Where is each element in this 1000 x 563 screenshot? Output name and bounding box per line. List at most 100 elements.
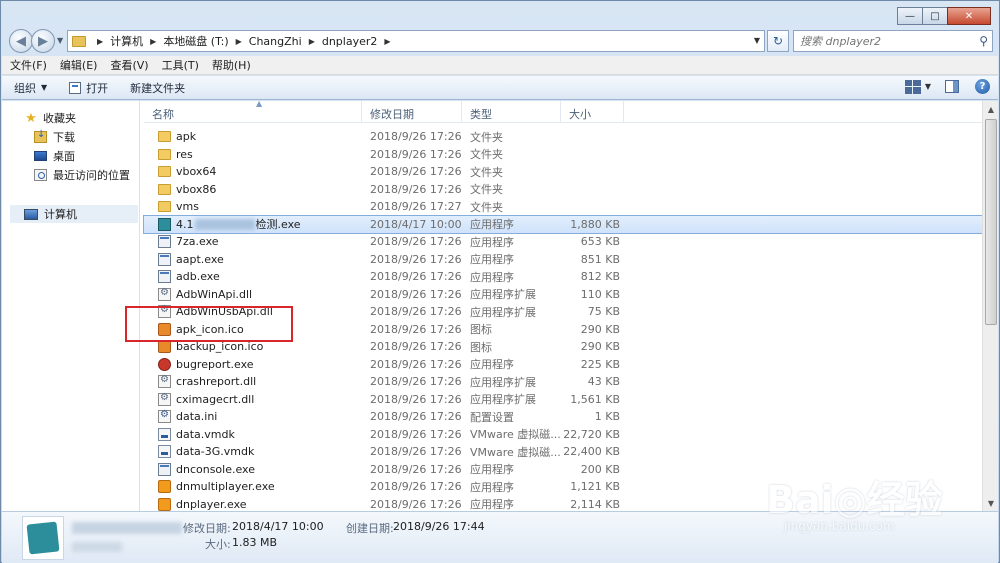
breadcrumb-dnplayer2[interactable]: dnplayer2 bbox=[322, 35, 378, 48]
address-bar[interactable]: ▶ 计算机 ▶ 本地磁盘 (T:) ▶ ChangZhi ▶ dnplayer2… bbox=[67, 30, 765, 52]
chevron-right-icon[interactable]: ▶ bbox=[150, 37, 156, 46]
sidebar-item-desktop[interactable]: 桌面 bbox=[34, 148, 75, 164]
organize-button[interactable]: 组织 ▼ bbox=[14, 80, 47, 96]
watermark-main: Bai◎经验 bbox=[766, 478, 943, 522]
created-label: 创建日期: bbox=[346, 522, 394, 535]
view-dropdown-icon[interactable]: ▼ bbox=[925, 82, 931, 91]
open-button[interactable]: 打开 bbox=[69, 80, 108, 96]
dll-file-icon bbox=[158, 287, 171, 301]
search-icon[interactable]: ⚲ bbox=[979, 34, 988, 48]
column-type[interactable]: 类型 bbox=[462, 101, 561, 123]
table-row[interactable]: vbox86 2018/9/26 17:26 文件夹 bbox=[144, 181, 982, 199]
chevron-right-icon[interactable]: ▶ bbox=[236, 37, 242, 46]
file-size: 1,121 KB bbox=[570, 480, 620, 494]
table-row[interactable]: data.vmdk 2018/9/26 17:26 VMware 虚拟磁... 22,… bbox=[144, 426, 982, 444]
file-name: data-3G.vmdk bbox=[176, 445, 255, 459]
file-size: 851 KB bbox=[580, 252, 620, 266]
file-date: 2018/9/26 17:26 bbox=[370, 445, 462, 459]
table-row[interactable]: vbox64 2018/9/26 17:26 文件夹 bbox=[144, 163, 982, 181]
scrollbar-thumb[interactable] bbox=[985, 119, 997, 325]
table-row[interactable]: AdbWinApi.dll 2018/9/26 17:26 应用程序扩展 110 KB bbox=[144, 286, 982, 304]
forward-button[interactable]: ▶ bbox=[31, 29, 55, 53]
redacted-text bbox=[194, 218, 255, 230]
table-row[interactable]: 7za.exe 2018/9/26 17:26 应用程序 653 KB bbox=[144, 233, 982, 251]
scroll-up-icon[interactable]: ▲ bbox=[983, 101, 999, 117]
file-date: 2018/9/26 17:26 bbox=[370, 375, 462, 389]
desktop-icon bbox=[34, 151, 47, 161]
column-size[interactable]: 大小 bbox=[561, 101, 624, 123]
new-folder-button[interactable]: 新建文件夹 bbox=[130, 80, 185, 96]
file-type: 图标 bbox=[470, 340, 492, 354]
breadcrumb-drive[interactable]: 本地磁盘 (T:) bbox=[163, 33, 228, 49]
chevron-right-icon[interactable]: ▶ bbox=[384, 37, 390, 46]
search-box[interactable]: ⚲ bbox=[793, 30, 993, 52]
refresh-button[interactable]: ↻ bbox=[767, 30, 789, 52]
breadcrumb-computer[interactable]: 计算机 bbox=[110, 33, 143, 49]
file-name: vms bbox=[176, 200, 199, 214]
file-type: 应用程序扩展 bbox=[470, 393, 536, 407]
exe-file-icon bbox=[158, 252, 171, 266]
menu-tools[interactable]: 工具(T) bbox=[162, 57, 199, 73]
table-row[interactable]: bugreport.exe 2018/9/26 17:26 应用程序 225 KB bbox=[144, 356, 982, 374]
table-row[interactable]: crashreport.dll 2018/9/26 17:26 应用程序扩展 43 K… bbox=[144, 373, 982, 391]
column-type-label: 类型 bbox=[470, 108, 492, 121]
preview-pane-icon[interactable] bbox=[945, 80, 959, 93]
table-row[interactable]: data.ini 2018/9/26 17:26 配置设置 1 KB bbox=[144, 408, 982, 426]
back-button[interactable]: ◀ bbox=[9, 29, 33, 53]
open-icon bbox=[69, 81, 82, 94]
maximize-button[interactable]: □ bbox=[922, 7, 948, 25]
close-button[interactable]: ✕ bbox=[947, 7, 991, 25]
change-view-icon[interactable] bbox=[904, 79, 921, 94]
address-dropdown[interactable]: ▼ bbox=[754, 36, 760, 45]
recent-pages-dropdown[interactable]: ▼ bbox=[57, 36, 63, 45]
table-row[interactable]: apk 2018/9/26 17:26 文件夹 bbox=[144, 128, 982, 146]
watermark-url: jingyan.baidu.com bbox=[784, 519, 895, 533]
column-header: ▲ 名称 修改日期 类型 大小 bbox=[144, 99, 982, 123]
file-date: 2018/9/26 17:26 bbox=[370, 252, 462, 266]
table-row[interactable]: res 2018/9/26 17:26 文件夹 bbox=[144, 146, 982, 164]
table-row[interactable]: data-3G.vmdk 2018/9/26 17:26 VMware 虚拟磁...… bbox=[144, 443, 982, 461]
refresh-icon: ↻ bbox=[772, 34, 784, 48]
chevron-right-icon[interactable]: ▶ bbox=[97, 37, 103, 46]
minimize-button[interactable]: — bbox=[897, 7, 923, 25]
sidebar-item-favorites[interactable]: ★ 收藏夹 bbox=[24, 110, 76, 126]
file-name-cell: data-3G.vmdk bbox=[144, 445, 362, 459]
menu-edit[interactable]: 编辑(E) bbox=[60, 57, 98, 73]
file-name: data.vmdk bbox=[176, 427, 235, 441]
file-type: 文件夹 bbox=[470, 130, 503, 144]
menu-view[interactable]: 查看(V) bbox=[110, 57, 148, 73]
column-date[interactable]: 修改日期 bbox=[362, 101, 462, 123]
column-name[interactable]: ▲ 名称 bbox=[144, 99, 362, 123]
file-type: 应用程序扩展 bbox=[470, 305, 536, 319]
breadcrumb-changzhi[interactable]: ChangZhi bbox=[249, 35, 302, 48]
sort-ascending-icon: ▲ bbox=[256, 99, 263, 108]
file-size: 653 KB bbox=[580, 235, 620, 249]
ico-file-icon bbox=[158, 340, 171, 354]
file-date: 2018/9/26 17:26 bbox=[370, 147, 462, 161]
file-date: 2018/9/26 17:26 bbox=[370, 392, 462, 406]
sidebar-item-recent[interactable]: 最近访问的位置 bbox=[34, 167, 130, 183]
file-date: 2018/9/26 17:26 bbox=[370, 235, 462, 249]
new-folder-label: 新建文件夹 bbox=[130, 81, 186, 95]
file-name-cell: vbox64 bbox=[144, 165, 362, 178]
table-row[interactable]: adb.exe 2018/9/26 17:26 应用程序 812 KB bbox=[144, 268, 982, 286]
table-row[interactable]: 4.1 检测.exe 2018/4/17 10:00 应用程序 1,880 KB bbox=[143, 214, 983, 234]
menu-file[interactable]: 文件(F) bbox=[10, 57, 47, 73]
file-name: dnmultiplayer.exe bbox=[176, 480, 275, 494]
menu-help[interactable]: 帮助(H) bbox=[212, 57, 251, 73]
exe-file-icon bbox=[158, 235, 171, 249]
chevron-right-icon[interactable]: ▶ bbox=[309, 37, 315, 46]
folder-file-icon bbox=[158, 131, 171, 143]
sidebar-item-downloads[interactable]: 下载 bbox=[34, 129, 75, 145]
file-type: 应用程序 bbox=[470, 218, 514, 232]
file-date: 2018/9/26 17:26 bbox=[370, 410, 462, 424]
help-icon[interactable]: ? bbox=[975, 79, 990, 94]
file-name-cell: dnmultiplayer.exe bbox=[144, 480, 362, 494]
sidebar-item-computer[interactable]: 计算机 bbox=[24, 206, 77, 222]
table-row[interactable]: vms 2018/9/26 17:27 文件夹 bbox=[144, 198, 982, 216]
table-row[interactable]: cximagecrt.dll 2018/9/26 17:26 应用程序扩展 1,561… bbox=[144, 391, 982, 409]
search-input[interactable] bbox=[800, 34, 970, 48]
column-size-label: 大小 bbox=[569, 108, 591, 121]
table-row[interactable]: aapt.exe 2018/9/26 17:26 应用程序 851 KB bbox=[144, 251, 982, 269]
vertical-scrollbar[interactable]: ▲ ▼ bbox=[982, 101, 998, 511]
